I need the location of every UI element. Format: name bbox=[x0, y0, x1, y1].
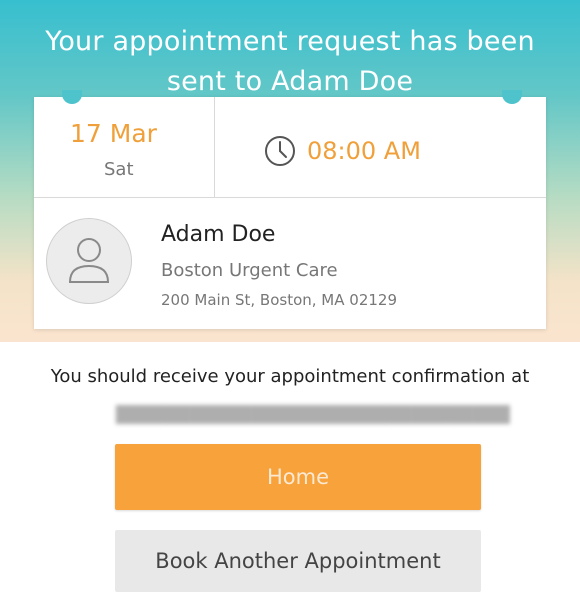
title-line-1: Your appointment request has been bbox=[45, 26, 535, 57]
book-another-appointment-button[interactable]: Book Another Appointment bbox=[115, 530, 481, 592]
home-button[interactable]: Home bbox=[115, 444, 481, 510]
appointment-time: 08:00 AM bbox=[307, 137, 421, 165]
email-redacted: ████████████████████████████████ bbox=[116, 405, 510, 424]
appointment-card: 17 Mar Sat 08:00 AM Adam Doe Boston Urge… bbox=[34, 90, 546, 329]
clock-icon bbox=[265, 136, 295, 166]
clinic-address: 200 Main St, Boston, MA 02129 bbox=[161, 291, 397, 309]
provider-name: Adam Doe bbox=[161, 222, 276, 247]
card-divider bbox=[34, 197, 546, 198]
time-cell: 08:00 AM bbox=[215, 97, 546, 197]
confirmation-message: You should receive your appointment conf… bbox=[50, 366, 530, 387]
user-icon bbox=[68, 238, 110, 283]
date-cell: 17 Mar Sat bbox=[34, 97, 215, 197]
title-line-2: sent to Adam Doe bbox=[166, 66, 414, 97]
appointment-date: 17 Mar bbox=[70, 119, 157, 148]
appointment-weekday: Sat bbox=[104, 159, 134, 180]
confirmation-title: Your appointment request has been sent t… bbox=[20, 22, 560, 102]
clinic-name: Boston Urgent Care bbox=[161, 260, 338, 281]
provider-avatar bbox=[46, 218, 132, 304]
